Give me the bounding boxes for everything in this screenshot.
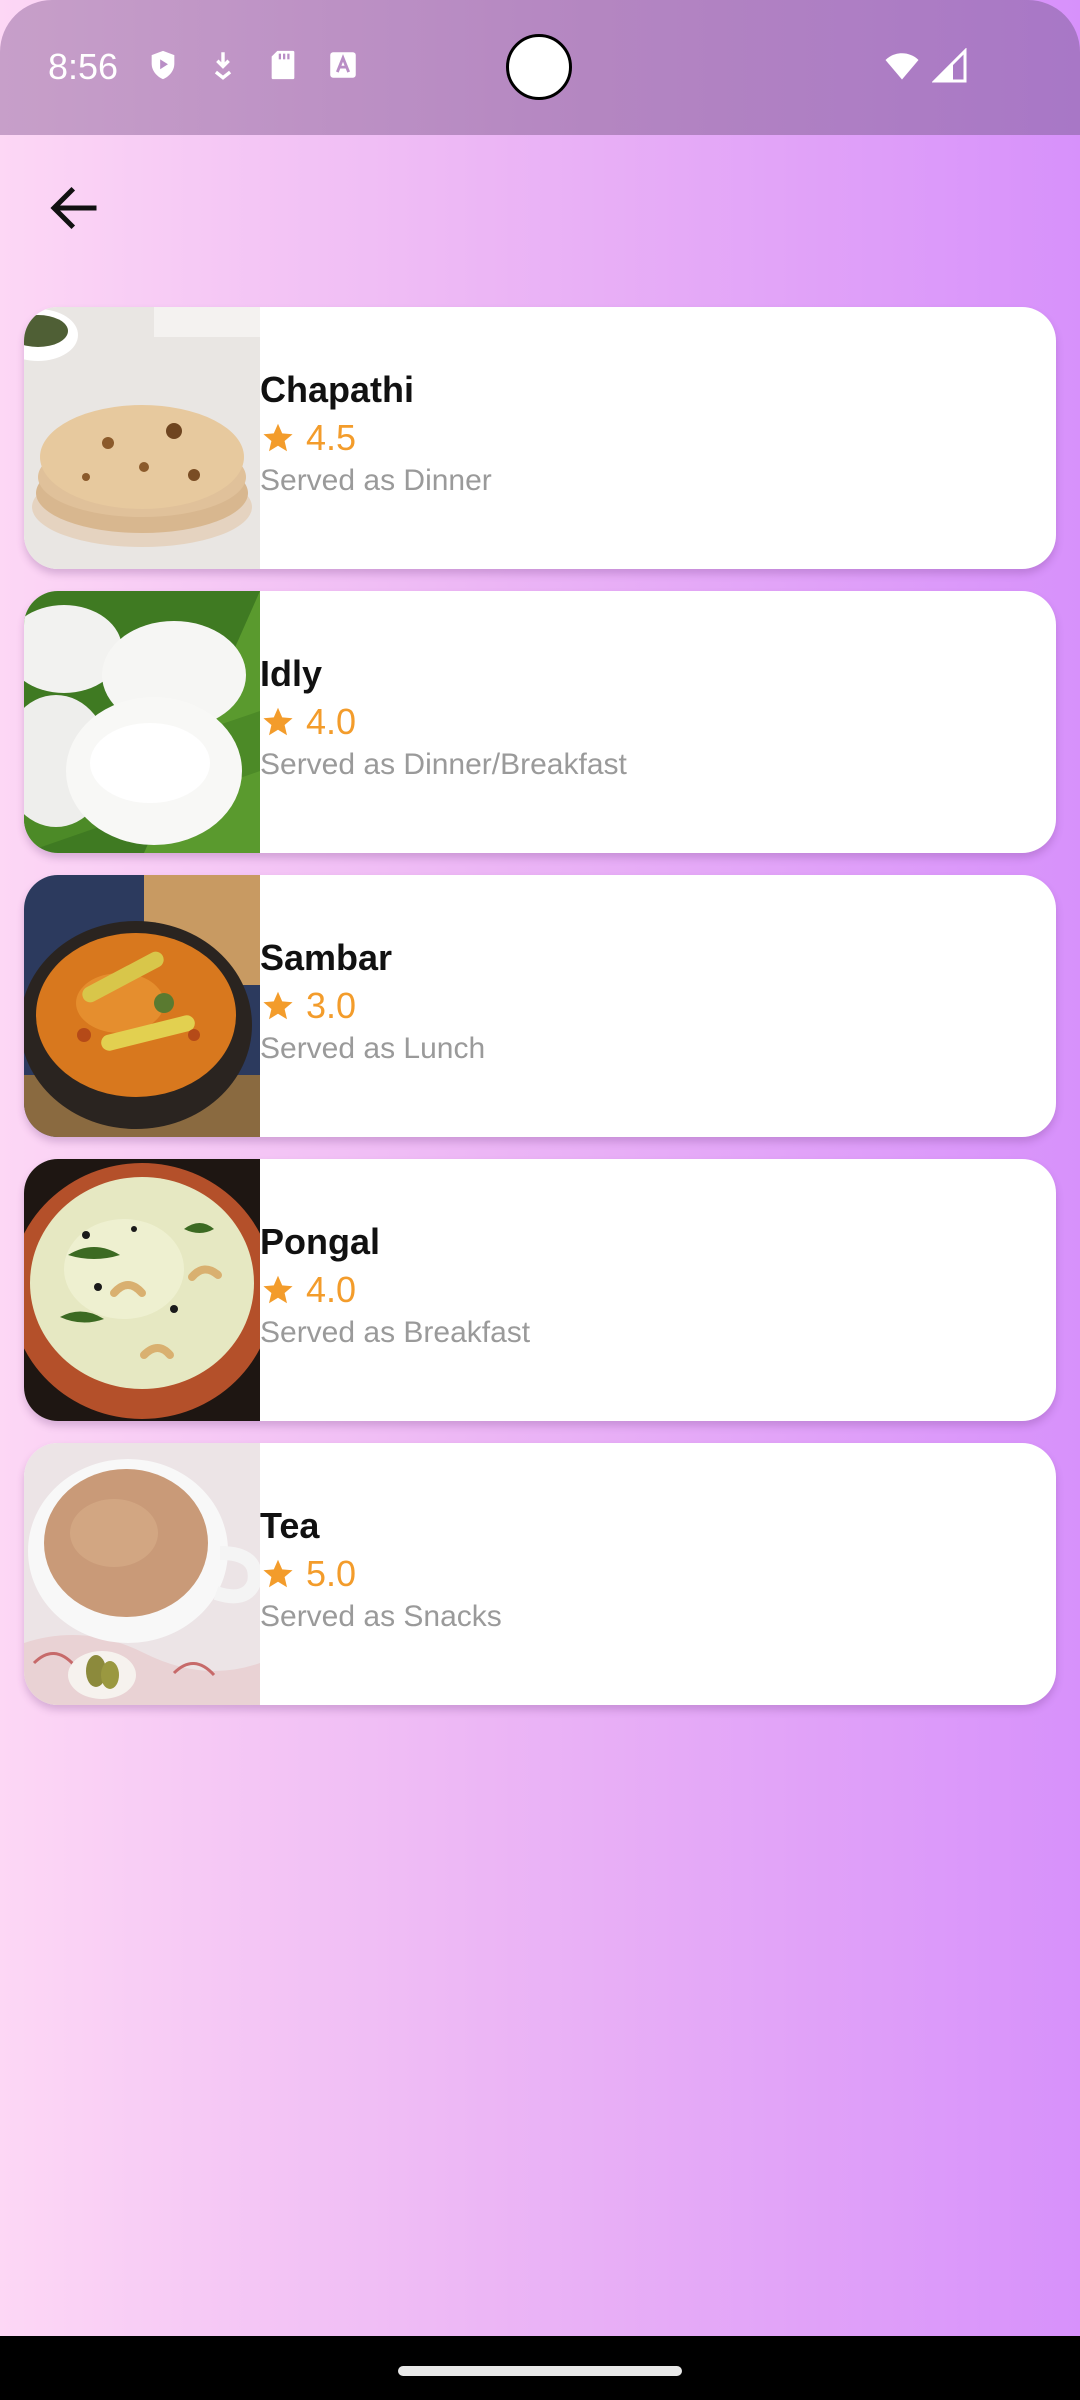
rating-row: 3.0	[260, 986, 485, 1026]
status-time: 8:56	[48, 46, 119, 87]
back-button[interactable]	[36, 170, 112, 246]
status-icons-right	[882, 48, 968, 84]
rating-row: 4.5	[260, 418, 492, 458]
food-name: Idly	[260, 653, 323, 694]
star-icon	[263, 423, 293, 452]
served-as: Served as Dinner	[260, 464, 492, 497]
star-icon	[263, 1559, 293, 1588]
food-info: Idly 4.0 Served as Dinner/Breakfast	[260, 591, 627, 853]
served-as: Served as Lunch	[260, 1032, 486, 1065]
served-as: Served as Breakfast	[260, 1316, 531, 1349]
food-name: Pongal	[260, 1221, 381, 1262]
font-icon	[330, 52, 356, 78]
rating-row: 4.0	[260, 1270, 530, 1310]
download-icon	[214, 52, 232, 80]
food-info: Chapathi 4.5 Served as Dinner	[260, 307, 492, 569]
idly-image	[24, 591, 260, 853]
food-info: Sambar 3.0 Served as Lunch	[260, 875, 485, 1137]
rating-value: 4.0	[306, 701, 357, 742]
food-name: Tea	[260, 1505, 320, 1546]
food-card[interactable]: Sambar 3.0 Served as Lunch	[24, 875, 1056, 1137]
chapathi-image	[24, 307, 260, 569]
food-info: Pongal 4.0 Served as Breakfast	[260, 1159, 530, 1421]
arrow-left-icon	[50, 186, 97, 230]
status-icons-left	[146, 48, 360, 82]
food-card[interactable]: Pongal 4.0 Served as Breakfast	[24, 1159, 1056, 1421]
star-icon	[263, 991, 293, 1020]
food-card[interactable]: Idly 4.0 Served as Dinner/Breakfast	[24, 591, 1056, 853]
rating-value: 4.0	[306, 1269, 357, 1310]
food-name: Sambar	[260, 937, 393, 978]
play-protect-icon	[151, 50, 175, 80]
food-info: Tea 5.0 Served as Snacks	[260, 1443, 502, 1705]
rating-row: 4.0	[260, 702, 627, 742]
camera-cutout	[506, 34, 572, 100]
food-list: Chapathi 4.5 Served as Dinner Idly 4.0 S…	[24, 307, 1056, 1727]
sambar-image	[24, 875, 260, 1137]
food-card[interactable]: Chapathi 4.5 Served as Dinner	[24, 307, 1056, 569]
status-bar: 8:56	[0, 0, 1080, 135]
signal-icon	[932, 48, 967, 83]
star-icon	[263, 707, 293, 736]
star-icon	[263, 1275, 293, 1304]
tea-image	[24, 1443, 260, 1705]
rating-value: 3.0	[306, 985, 357, 1026]
rating-row: 5.0	[260, 1554, 502, 1594]
rating-value: 5.0	[306, 1553, 357, 1594]
served-as: Served as Dinner/Breakfast	[260, 748, 627, 781]
food-card[interactable]: Tea 5.0 Served as Snacks	[24, 1443, 1056, 1705]
served-as: Served as Snacks	[260, 1600, 502, 1633]
rating-value: 4.5	[306, 417, 357, 458]
home-indicator[interactable]	[398, 2366, 682, 2376]
pongal-image	[24, 1159, 260, 1421]
wifi-icon	[885, 53, 919, 80]
food-name: Chapathi	[260, 369, 415, 410]
sd-card-icon	[271, 50, 295, 80]
